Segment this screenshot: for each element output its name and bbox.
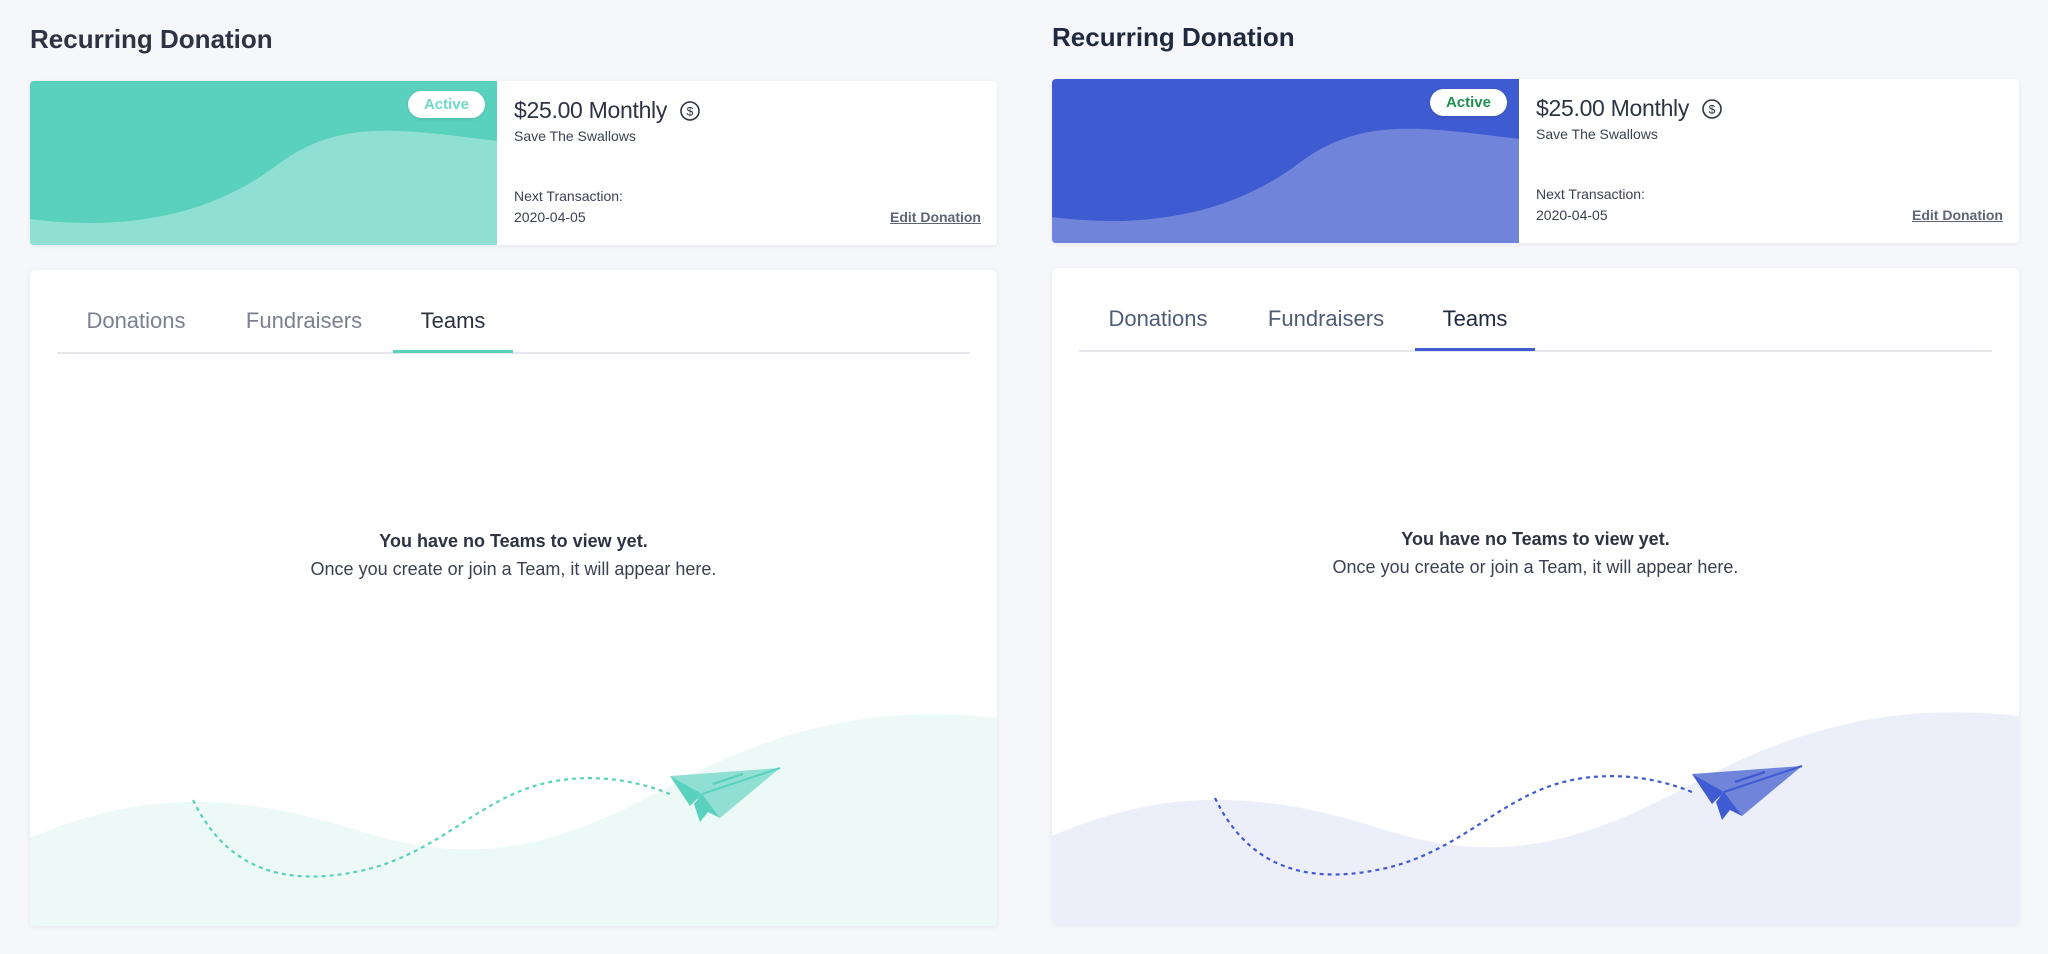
next-transaction-label: Next Transaction:	[1536, 186, 1645, 202]
donation-info: $25.00 Monthly $ Save The Swallows Next …	[1536, 79, 2003, 243]
cause-name: Save The Swallows	[1536, 126, 1658, 142]
donation-banner: Active	[1052, 79, 1519, 243]
dollar-circle-icon: $	[1701, 98, 1723, 120]
dollar-circle-icon: $	[679, 100, 701, 122]
tab-teams[interactable]: Teams	[1415, 306, 1535, 350]
donation-banner: Active	[30, 81, 497, 245]
next-transaction-label: Next Transaction:	[514, 188, 623, 204]
active-tab-indicator	[393, 350, 513, 353]
amount-row: $25.00 Monthly $	[1536, 95, 1723, 122]
empty-state-title: You have no Teams to view yet.	[1401, 529, 1670, 549]
active-tab-indicator	[1415, 348, 1535, 351]
paper-plane-illustration	[1052, 624, 2019, 924]
cause-name: Save The Swallows	[514, 128, 636, 144]
activity-card: Donations Fundraisers Teams You have no …	[30, 270, 997, 926]
tab-fundraisers[interactable]: Fundraisers	[215, 308, 393, 352]
edit-donation-link[interactable]: Edit Donation	[1912, 207, 2003, 223]
donation-amount: $25.00 Monthly	[1536, 95, 1690, 121]
donation-amount: $25.00 Monthly	[514, 97, 668, 123]
empty-state-subtitle: Once you create or join a Team, it will …	[1332, 557, 1739, 577]
donation-info: $25.00 Monthly $ Save The Swallows Next …	[514, 81, 981, 245]
paper-plane-illustration	[30, 626, 997, 926]
recurring-donation-panel-blue: Recurring Donation Active $25.00 Monthly…	[1022, 0, 2044, 954]
empty-state-subtitle: Once you create or join a Team, it will …	[310, 559, 717, 579]
donation-summary-card: Active $25.00 Monthly $ Save The Swallow…	[30, 81, 997, 245]
tab-teams[interactable]: Teams	[393, 308, 513, 352]
tab-donations[interactable]: Donations	[57, 308, 215, 352]
recurring-donation-panel-teal: Recurring Donation Active $25.00 Monthly…	[0, 0, 1022, 954]
tab-bar: Donations Fundraisers Teams	[57, 308, 970, 354]
tab-bar: Donations Fundraisers Teams	[1079, 306, 1992, 352]
tab-donations[interactable]: Donations	[1079, 306, 1237, 350]
empty-state-title: You have no Teams to view yet.	[379, 531, 648, 551]
activity-card: Donations Fundraisers Teams You have no …	[1052, 268, 2019, 924]
page-title: Recurring Donation	[1052, 22, 1295, 52]
next-transaction-date: 2020-04-05	[514, 209, 586, 225]
status-badge: Active	[1429, 89, 1507, 116]
tab-fundraisers[interactable]: Fundraisers	[1237, 306, 1415, 350]
page-title: Recurring Donation	[30, 24, 273, 54]
svg-text:$: $	[1709, 102, 1716, 116]
donation-summary-card: Active $25.00 Monthly $ Save The Swallow…	[1052, 79, 2019, 243]
edit-donation-link[interactable]: Edit Donation	[890, 209, 981, 225]
amount-row: $25.00 Monthly $	[514, 97, 701, 124]
next-transaction-date: 2020-04-05	[1536, 207, 1608, 223]
status-badge: Active	[407, 91, 485, 118]
svg-text:$: $	[687, 104, 694, 118]
